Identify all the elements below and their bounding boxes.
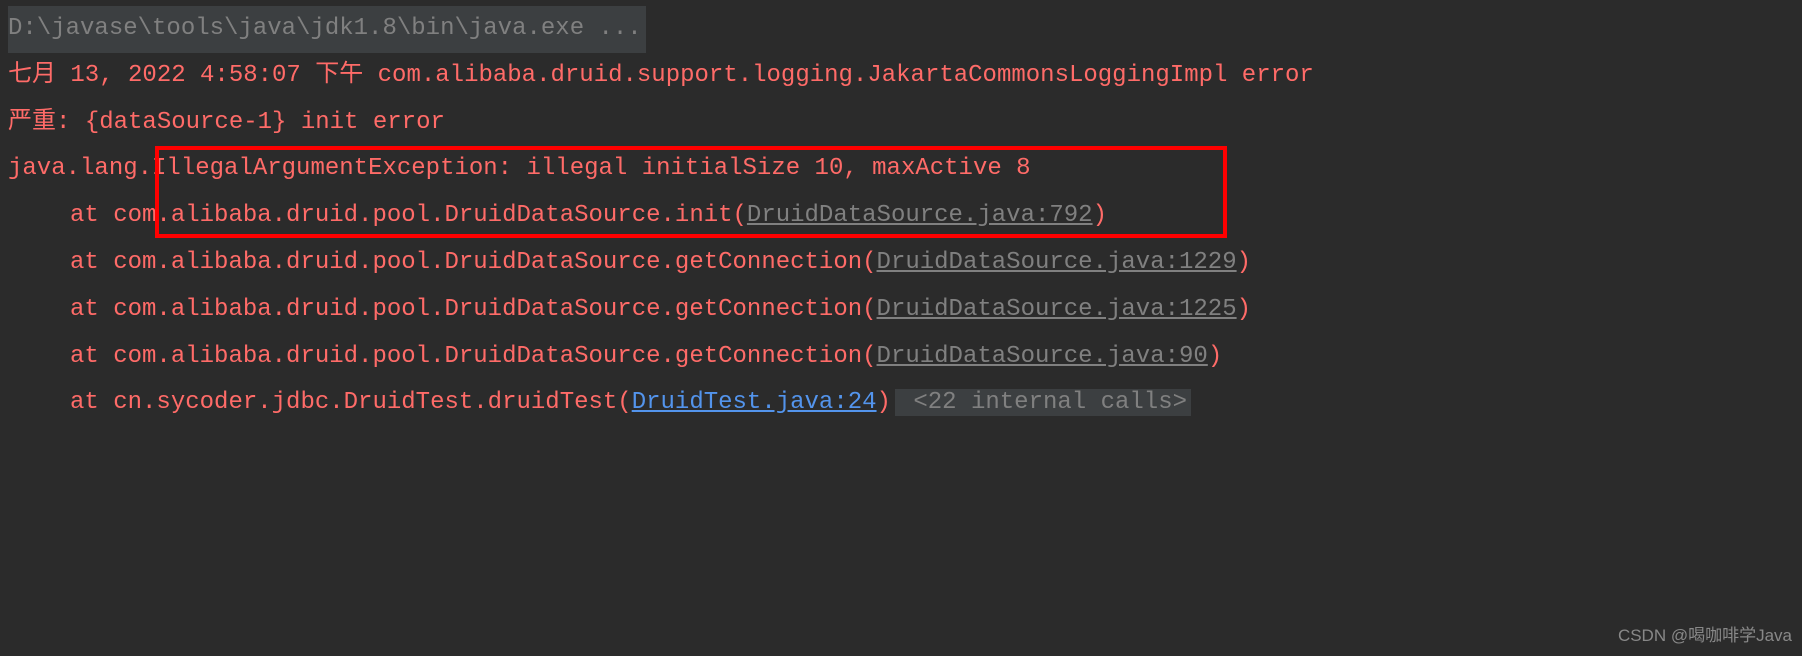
trace-line: at com.alibaba.druid.pool.DruidDataSourc… (8, 334, 1802, 381)
log-timestamp: 七月 13, 2022 4:58:07 下午 (8, 62, 378, 89)
source-link[interactable]: DruidDataSource.java:90 (877, 343, 1208, 370)
exception-line: java.lang.IllegalArgumentException: ille… (8, 146, 1802, 193)
trace-method: cn.sycoder.jdbc.DruidTest.druidTest( (113, 389, 631, 416)
trace-method: com.alibaba.druid.pool.DruidDataSource.g… (113, 296, 876, 323)
watermark: CSDN @喝咖啡学Java (1618, 619, 1792, 652)
exception-pkg: java.lang (8, 155, 138, 182)
source-link[interactable]: DruidTest.java:24 (632, 389, 877, 416)
trace-line: at com.alibaba.druid.pool.DruidDataSourc… (8, 240, 1802, 287)
trace-line: at com.alibaba.druid.pool.DruidDataSourc… (8, 287, 1802, 334)
source-link[interactable]: DruidDataSource.java:792 (747, 202, 1093, 229)
trace-method: com.alibaba.druid.pool.DruidDataSource.g… (113, 343, 876, 370)
source-link[interactable]: DruidDataSource.java:1229 (877, 249, 1237, 276)
trace-at: at (70, 389, 113, 416)
log-class: com.alibaba.druid.support.logging.Jakart… (378, 62, 1314, 89)
trace-close: ) (877, 389, 891, 416)
command-line: D:\javase\tools\java\jdk1.8\bin\java.exe… (8, 6, 1802, 53)
trace-at: at (70, 296, 113, 323)
trace-at: at (70, 249, 113, 276)
trace-line: at cn.sycoder.jdbc.DruidTest.druidTest(D… (8, 380, 1802, 427)
log-line: 七月 13, 2022 4:58:07 下午 com.alibaba.druid… (8, 53, 1802, 100)
severity-line: 严重: {dataSource-1} init error (8, 100, 1802, 147)
trace-at: at (70, 343, 113, 370)
trace-close: ) (1093, 202, 1107, 229)
trace-close: ) (1237, 249, 1251, 276)
source-link[interactable]: DruidDataSource.java:1225 (877, 296, 1237, 323)
trace-close: ) (1208, 343, 1222, 370)
trace-at: at (70, 202, 113, 229)
trace-method: com.alibaba.druid.pool.DruidDataSource.g… (113, 249, 876, 276)
exec-path: D:\javase\tools\java\jdk1.8\bin\java.exe… (8, 6, 646, 53)
exception-msg: .IllegalArgumentException: illegal initi… (138, 155, 1031, 182)
severity-msg: {dataSource-1} init error (85, 109, 445, 136)
internal-calls[interactable]: <22 internal calls> (895, 389, 1191, 416)
trace-line: at com.alibaba.druid.pool.DruidDataSourc… (8, 193, 1802, 240)
trace-close: ) (1237, 296, 1251, 323)
trace-method: com.alibaba.druid.pool.DruidDataSource.i… (113, 202, 747, 229)
severity-label: 严重: (8, 109, 85, 136)
